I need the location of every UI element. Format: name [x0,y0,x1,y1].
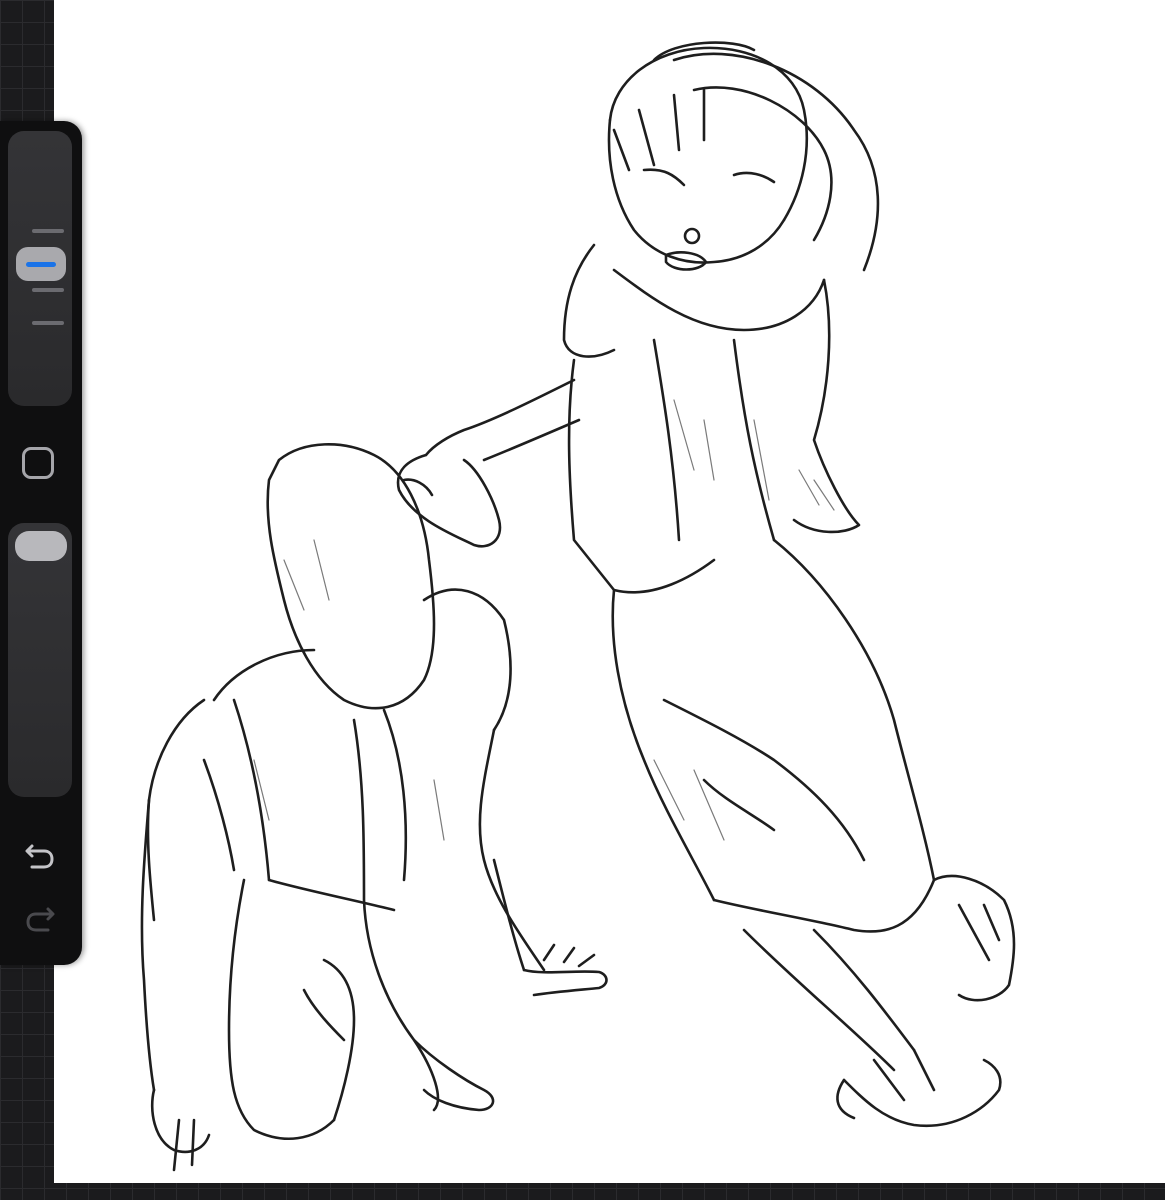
size-tick [32,321,64,325]
brush-size-indicator [26,262,56,267]
redo-button[interactable] [20,899,60,939]
redo-arrow-icon [26,907,55,932]
sketch-artwork [140,41,1016,1172]
brush-opacity-thumb[interactable] [15,531,67,561]
size-tick [32,288,64,292]
size-tick [32,229,64,233]
drawing-canvas[interactable] [54,0,1165,1183]
brush-toolbar [0,121,82,965]
brush-opacity-slider[interactable] [8,523,72,797]
brush-size-thumb[interactable] [16,247,66,281]
undo-button[interactable] [20,836,60,876]
brush-size-slider[interactable] [8,131,72,406]
undo-arrow-icon [25,844,54,869]
modify-button[interactable] [22,447,54,479]
